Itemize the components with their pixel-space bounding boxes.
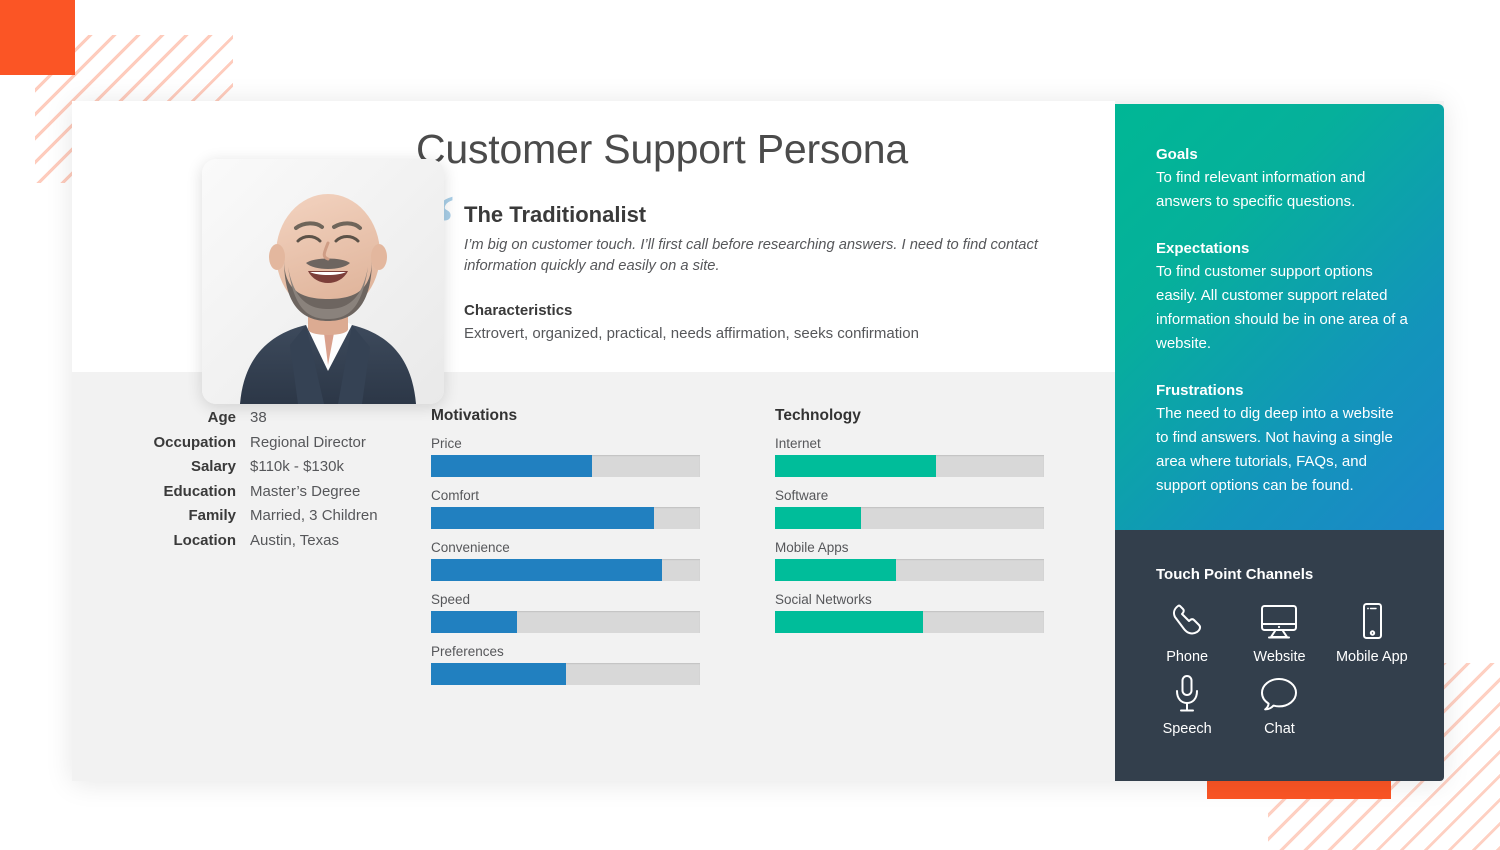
persona-quote-text: I’m big on customer touch. I’ll first ca…: [464, 237, 1038, 275]
bar-label: Preferences: [431, 644, 504, 659]
persona-header: Customer Support Persona “ The Tradition…: [416, 129, 1076, 342]
attribute-row: Location Austin, Texas: [110, 532, 440, 549]
bar-track: [775, 611, 1044, 633]
touch-point-mobile-app[interactable]: Mobile App: [1326, 599, 1418, 665]
touch-point-grid: Phone Website Mobile App Speech Chat: [1115, 583, 1444, 737]
bar-fill: [775, 507, 862, 529]
attribute-label: Location: [173, 531, 237, 549]
touch-point-phone[interactable]: Phone: [1141, 599, 1233, 665]
smartphone-icon: [1359, 599, 1385, 645]
bar-item: Convenience: [431, 540, 701, 581]
attribute-label: Family: [188, 507, 236, 524]
attribute-value: Married, 3 Children: [250, 507, 378, 524]
attribute-row: Education Master’s Degree: [110, 483, 440, 500]
attribute-label: Age: [207, 409, 236, 426]
avatar-photo: [202, 159, 444, 404]
phone-icon: [1169, 599, 1205, 645]
chat-bubble-icon: [1259, 671, 1299, 717]
bar-fill: [431, 663, 566, 685]
persona-card: Customer Support Persona “ The Tradition…: [72, 101, 1444, 781]
decor-orange-bar: [1207, 780, 1391, 799]
attribute-row: Occupation Regional Director: [110, 434, 440, 451]
attribute-value: Austin, Texas: [250, 531, 339, 549]
bar-item: Comfort: [431, 488, 701, 529]
persona-quote-block: “ The Traditionalist I’m big on customer…: [416, 184, 1076, 342]
touch-point-website[interactable]: Website: [1233, 599, 1325, 665]
bar-item: Mobile Apps: [775, 540, 1045, 581]
bar-label: Software: [775, 488, 829, 503]
touch-point-speech[interactable]: Speech: [1141, 671, 1233, 737]
touch-point-label: Mobile App: [1335, 649, 1408, 665]
attribute-value: Master’s Degree: [250, 482, 361, 500]
expectations-heading: Expectations: [1156, 240, 1250, 257]
touch-point-chat[interactable]: Chat: [1233, 671, 1325, 737]
bar-label: Convenience: [431, 540, 510, 555]
touch-point-label: Chat: [1264, 721, 1295, 737]
microphone-icon: [1172, 671, 1202, 717]
bar-label: Internet: [775, 436, 821, 451]
bar-fill: [431, 455, 593, 477]
bar-label: Social Networks: [775, 592, 872, 607]
bar-track: [775, 455, 1044, 477]
bar-label: Price: [431, 436, 462, 451]
bar-label: Mobile Apps: [775, 540, 849, 555]
frustrations-heading: Frustrations: [1156, 382, 1244, 399]
expectations-body: To find customer support options easily.…: [1156, 263, 1408, 352]
bar-item: Internet: [775, 436, 1045, 477]
goals-body: To find relevant information and answers…: [1156, 169, 1366, 210]
bar-track: [775, 559, 1044, 581]
touch-point-label: Speech: [1162, 721, 1212, 737]
bar-label: Speed: [431, 592, 471, 607]
page-title: Customer Support Persona: [416, 126, 909, 172]
attribute-row: Salary $110k - $130k: [110, 458, 440, 475]
attribute-label: Occupation: [153, 433, 236, 451]
attribute-label: Salary: [190, 458, 236, 475]
bar-fill: [431, 559, 663, 581]
bar-track: [775, 507, 1044, 529]
attribute-row: Age 38: [110, 409, 440, 426]
touch-point-label: Website: [1253, 649, 1306, 665]
bar-track: [431, 455, 700, 477]
bar-item: Price: [431, 436, 701, 477]
characteristics-label: Characteristics: [464, 301, 573, 319]
touch-point-label: Phone: [1166, 649, 1209, 665]
technology-title: Technology: [775, 407, 861, 424]
avatar: [202, 159, 444, 404]
attribute-label: Education: [163, 482, 236, 500]
bar-track: [431, 559, 700, 581]
technology-chart: Technology Internet Software Mobile Apps…: [775, 407, 1045, 644]
bar-fill: [431, 611, 518, 633]
bar-fill: [775, 611, 923, 633]
attribute-value: 38: [250, 409, 267, 426]
motivations-chart: Motivations Price Comfort Convenience Sp…: [431, 407, 701, 696]
bar-fill: [775, 559, 897, 581]
attribute-value: Regional Director: [250, 433, 366, 451]
bar-fill: [431, 507, 655, 529]
bar-item: Software: [775, 488, 1045, 529]
persona-name: The Traditionalist: [464, 202, 647, 227]
attribute-row: Family Married, 3 Children: [110, 507, 440, 524]
bar-track: [431, 663, 700, 685]
bar-label: Comfort: [431, 488, 480, 503]
attribute-value: $110k - $130k: [250, 458, 344, 475]
touch-point-panel: Touch Point Channels Phone Website Mobil…: [1115, 530, 1444, 781]
bar-item: Preferences: [431, 644, 701, 685]
goals-heading: Goals: [1156, 146, 1198, 163]
bar-track: [431, 507, 700, 529]
characteristics-text: Extrovert, organized, practical, needs a…: [464, 324, 919, 342]
bar-track: [431, 611, 700, 633]
bar-fill: [775, 455, 937, 477]
bar-item: Social Networks: [775, 592, 1045, 633]
touch-point-title: Touch Point Channels: [1156, 566, 1314, 583]
frustrations-body: The need to dig deep into a website to f…: [1156, 405, 1394, 494]
goals-panel: Goals To find relevant information and a…: [1115, 104, 1444, 530]
monitor-icon: [1258, 599, 1300, 645]
bar-item: Speed: [431, 592, 701, 633]
motivations-title: Motivations: [431, 407, 518, 424]
attribute-list: Age 38 Occupation Regional Director Sala…: [110, 409, 440, 556]
